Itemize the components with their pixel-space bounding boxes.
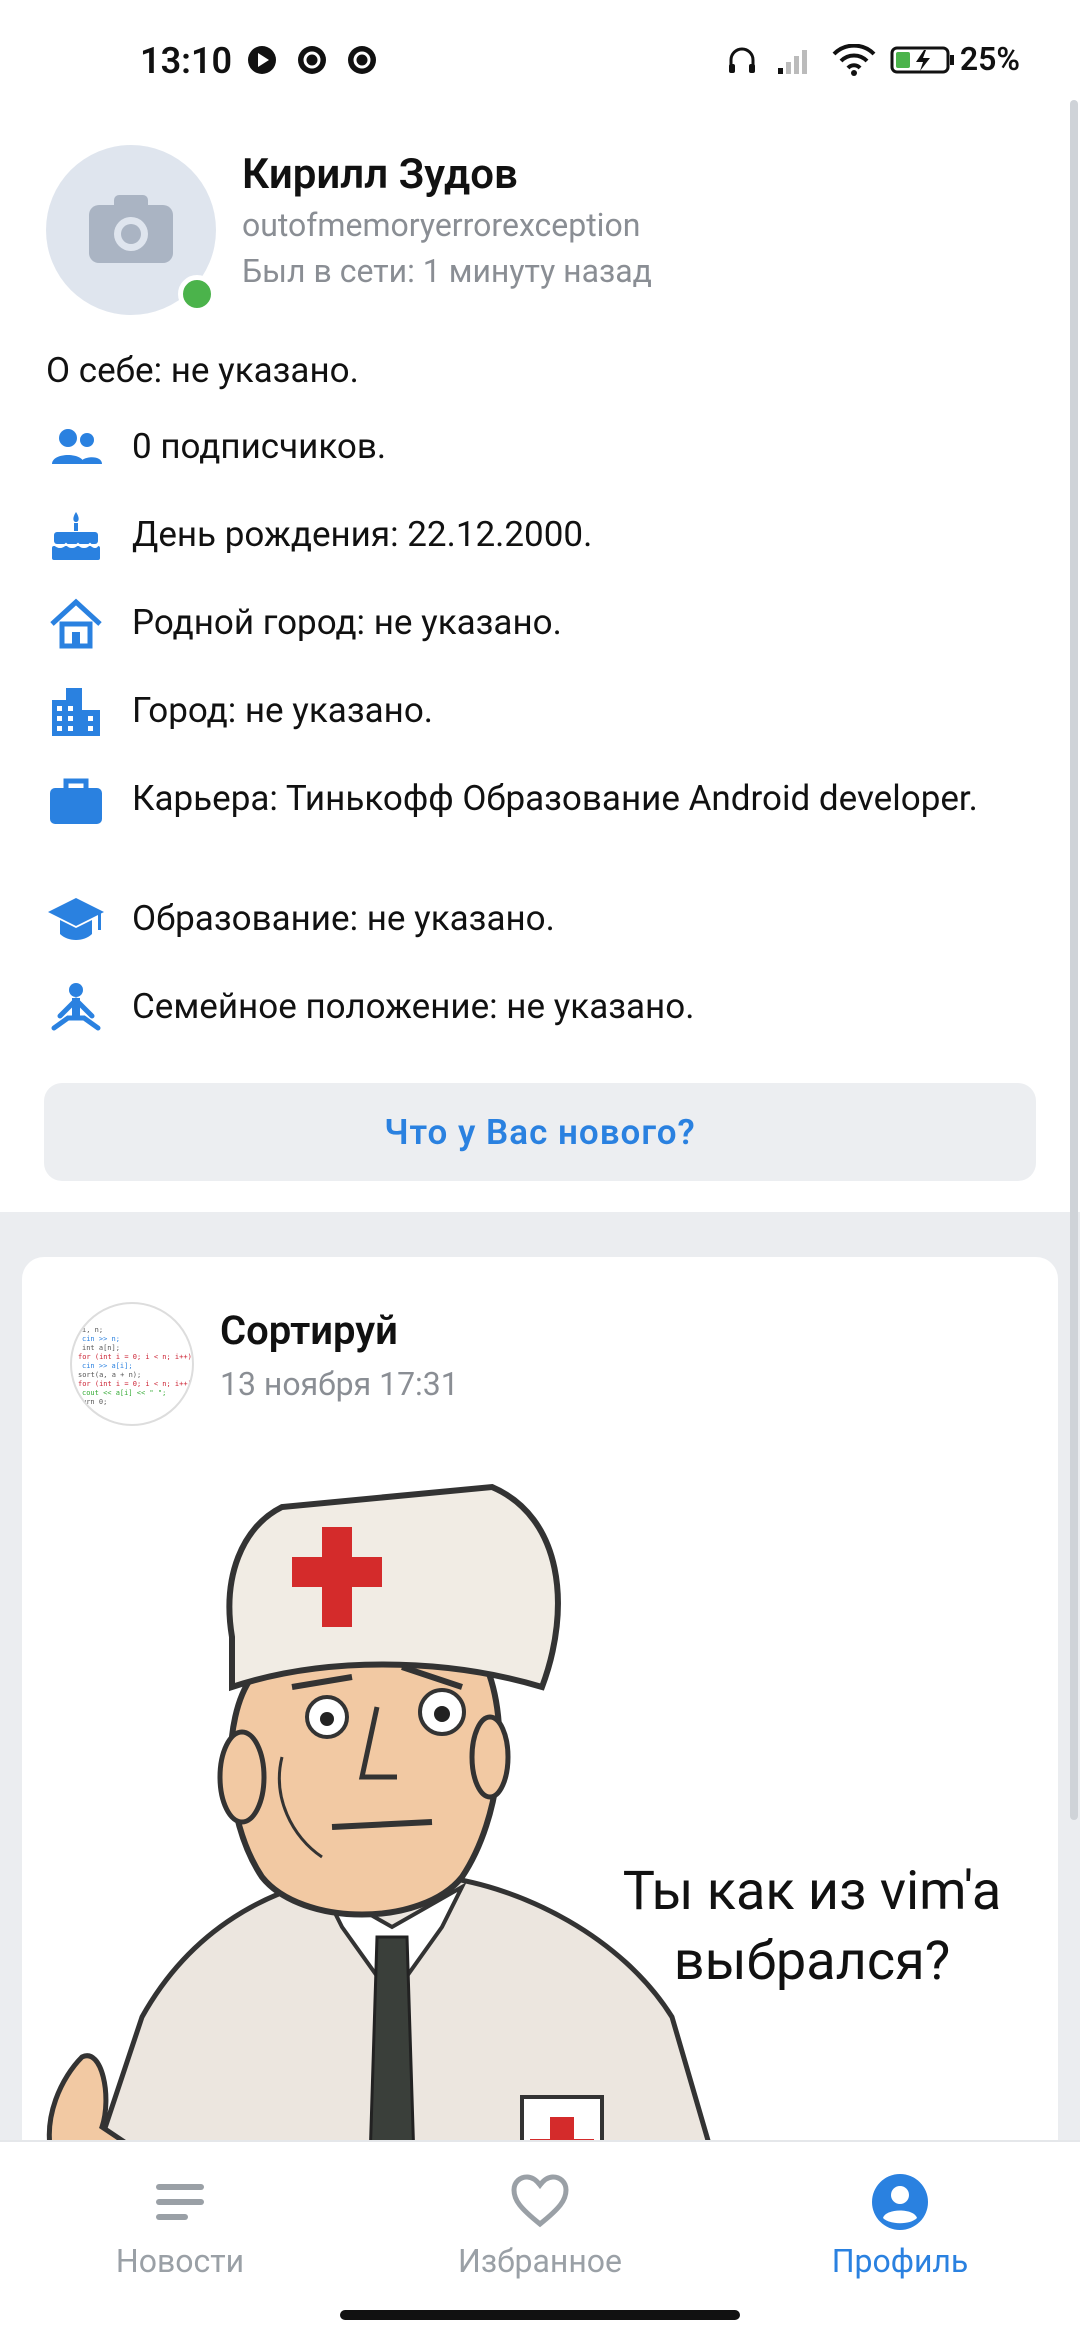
nav-news[interactable]: Новости	[30, 2172, 330, 2280]
battery-percent: 25%	[959, 40, 1020, 78]
status-bar: 13:10 25%	[0, 0, 1080, 100]
post-card[interactable]: i, n; cin >> n; int a[n]; for (int i = 0…	[22, 1257, 1058, 2257]
birthday-cake-icon	[52, 512, 100, 560]
headphones-icon	[729, 47, 755, 73]
detail-family: Семейное положение: не указано.	[46, 978, 1046, 1038]
home-icon	[50, 598, 102, 649]
signal-icon	[778, 50, 807, 74]
svg-text:for (int i = 0; i < n; i++): for (int i = 0; i < n; i++)	[78, 1380, 192, 1388]
svg-text:cout << a[i] << " ";: cout << a[i] << " ";	[82, 1389, 166, 1397]
detail-city: Город: не указано.	[46, 682, 1046, 742]
detail-text: День рождения: 22.12.2000.	[132, 514, 593, 555]
svg-text:cin >> a[i];: cin >> a[i];	[82, 1362, 133, 1370]
detail-hometown: Родной город: не указано.	[46, 594, 1046, 654]
nav-favorites[interactable]: Избранное	[390, 2172, 690, 2280]
nav-profile[interactable]: Профиль	[750, 2172, 1050, 2280]
detail-birthday: День рождения: 22.12.2000.	[46, 506, 1046, 566]
nav-label: Новости	[115, 2242, 245, 2280]
svg-text:sort(a, a + n);: sort(a, a + n);	[78, 1371, 141, 1379]
svg-text:int a[n];: int a[n];	[82, 1344, 120, 1352]
detail-text: Семейное положение: не указано.	[132, 986, 695, 1027]
app-notification-icon	[298, 46, 326, 74]
media-icon	[248, 46, 276, 74]
graduation-cap-icon	[48, 898, 104, 940]
post-date: 13 ноября 17:31	[220, 1365, 459, 1403]
detail-text: Город: не указано.	[132, 690, 434, 731]
last-seen-status: Был в сети: 1 минуту назад	[242, 252, 652, 290]
home-indicator[interactable]	[340, 2310, 740, 2320]
detail-followers[interactable]: 0 подписчиков.	[46, 418, 1046, 478]
detail-text: Родной город: не указано.	[132, 602, 562, 643]
status-time: 13:10	[140, 40, 233, 82]
post-image[interactable]: Ты как из vim'a выбрался?	[22, 1457, 1058, 2257]
detail-text: 0 подписчиков.	[132, 426, 387, 467]
detail-text: Карьера: Тинькофф Образование Android de…	[132, 778, 978, 819]
wifi-icon	[832, 44, 876, 76]
svg-text:i, n;: i, n;	[82, 1326, 103, 1334]
profile-name: Кирилл Зудов	[242, 150, 518, 199]
heart-icon	[511, 2174, 569, 2228]
online-indicator	[178, 275, 216, 313]
meme-caption: Ты как из vim'a выбрался?	[577, 1857, 1047, 1997]
followers-icon	[52, 429, 102, 464]
svg-text:cin >> n;: cin >> n;	[82, 1335, 120, 1343]
svg-text:urn 0;: urn 0;	[82, 1398, 107, 1406]
family-icon	[51, 983, 101, 1031]
app-notification-icon	[348, 46, 376, 74]
battery-charging-icon	[890, 46, 954, 74]
new-post-button[interactable]: Что у Вас нового?	[44, 1083, 1036, 1181]
code-snippet-icon: i, n; cin >> n; int a[n]; for (int i = 0…	[78, 1326, 192, 1406]
svg-text:for (int i = 0; i < n; i++): for (int i = 0; i < n; i++)	[78, 1353, 192, 1361]
post-author-avatar[interactable]: i, n; cin >> n; int a[n]; for (int i = 0…	[70, 1302, 194, 1426]
about-text: О себе: не указано.	[46, 350, 359, 391]
news-icon	[156, 2184, 204, 2220]
detail-text: Образование: не указано.	[132, 898, 555, 939]
city-icon	[52, 688, 100, 736]
detail-education: Образование: не указано.	[46, 890, 1046, 950]
post-author-name[interactable]: Сортируй	[220, 1307, 398, 1354]
meme-caption-line: выбрался?	[673, 1930, 951, 1993]
nav-label: Избранное	[457, 2242, 622, 2280]
profile-username: outofmemoryerrorexception	[242, 206, 641, 244]
briefcase-icon	[50, 778, 102, 824]
profile-icon	[872, 2174, 928, 2230]
detail-career[interactable]: Карьера: Тинькофф Образование Android de…	[46, 770, 1046, 830]
meme-caption-line: Ты как из vim'a	[622, 1860, 1002, 1923]
nav-label: Профиль	[831, 2242, 969, 2280]
scrollbar[interactable]	[1070, 100, 1078, 1820]
